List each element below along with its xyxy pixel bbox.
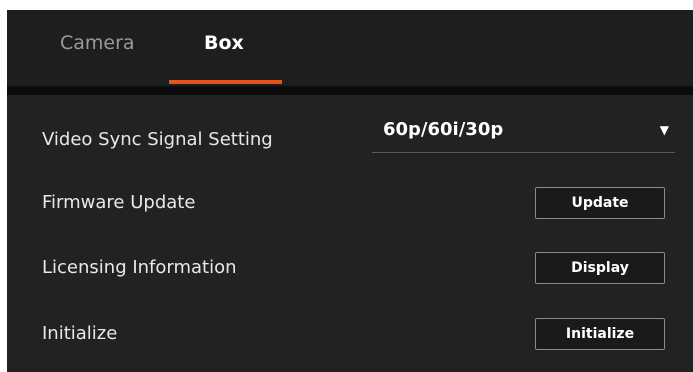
window-frame: Camera Box Video Sync Signal Setting 60p…: [0, 0, 693, 372]
box-settings-content: Video Sync Signal Setting 60p/60i/30p ▼ …: [7, 95, 693, 372]
tab-bar: Camera Box: [7, 10, 693, 86]
dropdown-triangle-icon: ▼: [659, 123, 669, 137]
tab-divider: [7, 86, 693, 95]
tab-box[interactable]: Box: [204, 32, 244, 54]
active-tab-indicator: [169, 80, 282, 84]
firmware-update-label: Firmware Update: [42, 192, 196, 213]
tab-camera[interactable]: Camera: [60, 32, 135, 54]
video-sync-value: 60p/60i/30p: [383, 119, 504, 140]
video-sync-label: Video Sync Signal Setting: [42, 129, 273, 150]
licensing-information-label: Licensing Information: [42, 257, 237, 278]
update-button[interactable]: Update: [535, 187, 665, 219]
settings-panel: Camera Box Video Sync Signal Setting 60p…: [7, 10, 693, 372]
initialize-label: Initialize: [42, 323, 118, 344]
initialize-button[interactable]: Initialize: [535, 318, 665, 350]
video-sync-select[interactable]: 60p/60i/30p ▼: [372, 115, 675, 153]
display-button[interactable]: Display: [535, 252, 665, 284]
